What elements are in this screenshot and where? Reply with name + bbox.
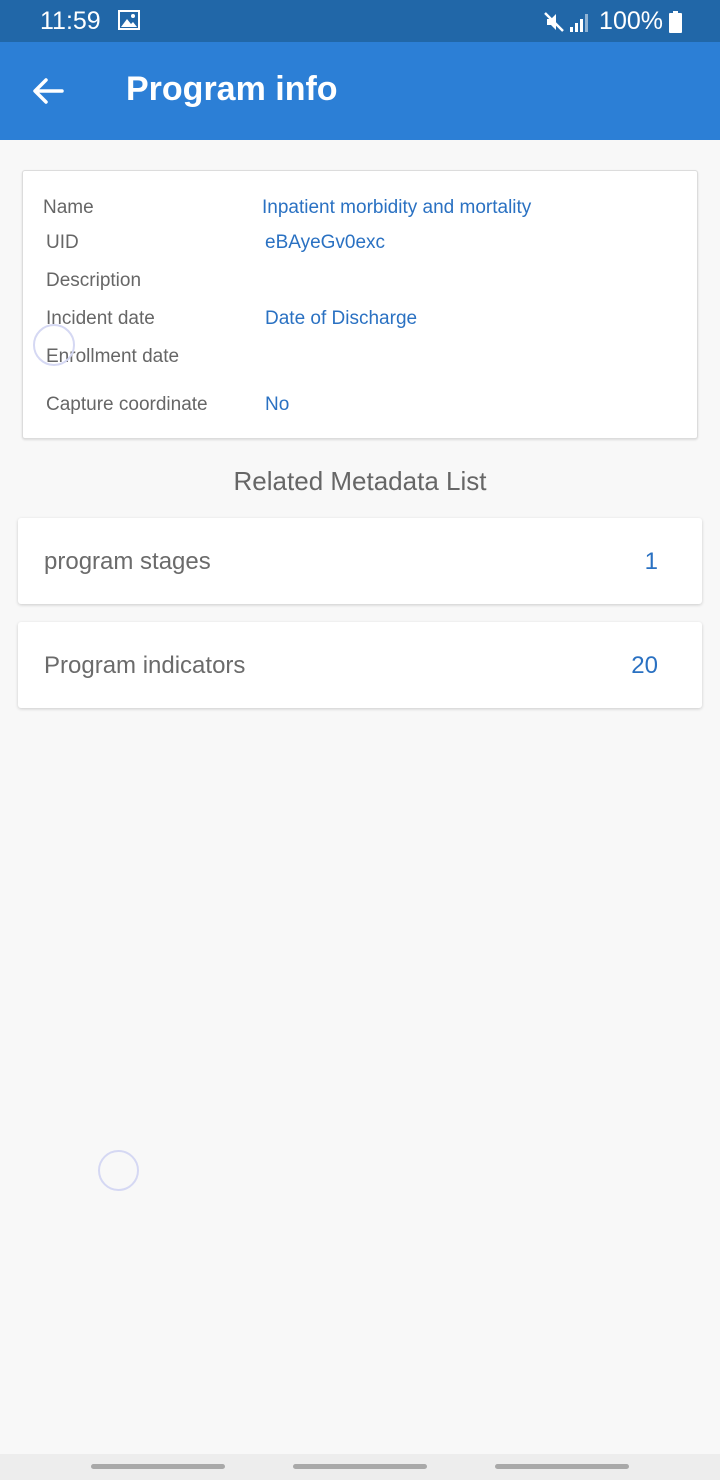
nav-back-button[interactable] bbox=[495, 1464, 629, 1469]
program-stages-label: program stages bbox=[44, 548, 211, 575]
uid-label: UID bbox=[46, 232, 79, 253]
image-notification-icon bbox=[118, 10, 140, 30]
capture-coordinate-value: No bbox=[265, 394, 290, 415]
system-nav-bar bbox=[0, 1454, 720, 1480]
mute-icon bbox=[544, 11, 564, 32]
program-info-card: Name Inpatient morbidity and mortality U… bbox=[22, 170, 698, 439]
status-time: 11:59 bbox=[40, 7, 101, 35]
program-indicators-count: 20 bbox=[631, 652, 658, 679]
arrow-back-icon[interactable] bbox=[30, 75, 66, 107]
incident-date-value: Date of Discharge bbox=[265, 308, 418, 329]
battery-icon bbox=[669, 10, 682, 33]
status-bar: 11:59 100% bbox=[0, 0, 720, 42]
page-title: Program info bbox=[126, 70, 338, 108]
name-label: Name bbox=[43, 197, 94, 218]
name-value: Inpatient morbidity and mortality bbox=[262, 197, 532, 218]
program-stages-item[interactable]: program stages 1 bbox=[18, 518, 702, 604]
touch-ripple-indicator bbox=[98, 1150, 139, 1191]
app-bar: Program info bbox=[0, 42, 720, 140]
uid-value: eBAyeGv0exc bbox=[265, 232, 386, 253]
touch-ripple-indicator bbox=[33, 324, 75, 366]
program-indicators-label: Program indicators bbox=[44, 652, 246, 679]
signal-icon bbox=[570, 13, 589, 32]
status-indicators: 100% bbox=[543, 7, 682, 36]
battery-percentage: 100% bbox=[599, 7, 663, 35]
nav-recent-button[interactable] bbox=[91, 1464, 225, 1469]
description-label: Description bbox=[46, 270, 142, 291]
program-indicators-item[interactable]: Program indicators 20 bbox=[18, 622, 702, 708]
nav-home-button[interactable] bbox=[293, 1464, 427, 1469]
program-stages-count: 1 bbox=[644, 548, 658, 575]
capture-coordinate-label: Capture coordinate bbox=[46, 394, 208, 415]
related-metadata-title: Related Metadata List bbox=[233, 466, 487, 496]
